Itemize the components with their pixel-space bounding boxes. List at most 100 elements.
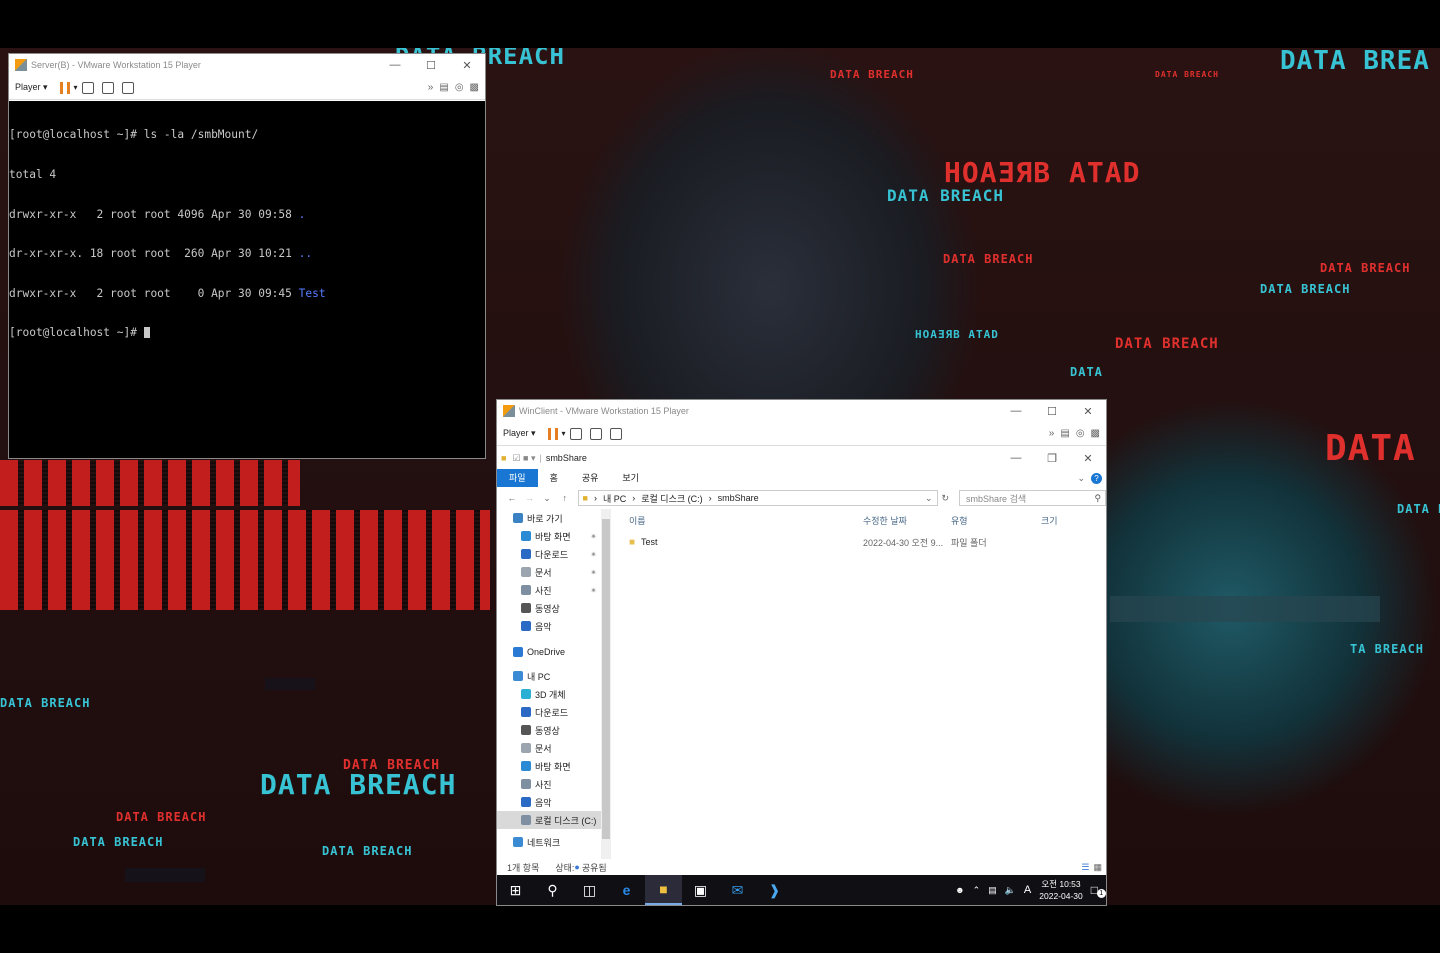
- scrollbar-thumb[interactable]: [602, 519, 610, 839]
- column-size[interactable]: 크기: [1041, 514, 1091, 527]
- minimize-button[interactable]: —: [377, 59, 413, 72]
- nav-item[interactable]: 네트워크: [497, 833, 601, 851]
- edge-button[interactable]: e: [608, 875, 645, 905]
- minimize-button[interactable]: —: [998, 452, 1034, 465]
- breadcrumb-item[interactable]: smbShare: [718, 493, 759, 503]
- pause-dropdown-icon[interactable]: ▾: [562, 429, 566, 438]
- tab-share[interactable]: 공유: [570, 469, 611, 487]
- file-row[interactable]: ■ Test 2022-04-30 오전 9... 파일 폴더: [617, 531, 1106, 553]
- notification-icon[interactable]: □ 1: [1091, 883, 1106, 898]
- help-icon[interactable]: ?: [1091, 472, 1102, 484]
- edge-icon: e: [622, 882, 631, 898]
- nav-item[interactable]: 동영상: [497, 599, 601, 617]
- network-adapter-icon[interactable]: ▩: [470, 82, 479, 93]
- close-button[interactable]: ✕: [1070, 405, 1106, 418]
- pause-dropdown-icon[interactable]: ▾: [74, 83, 78, 92]
- hdd-icon[interactable]: ▤: [439, 82, 448, 93]
- details-view-icon[interactable]: ☰: [1081, 862, 1089, 873]
- start-button[interactable]: ⊞: [497, 875, 534, 905]
- explorer-title-bar[interactable]: ■ ☑ ■ ▾ | smbShare — ❐ ✕: [497, 447, 1106, 469]
- nav-item[interactable]: 내 PC: [497, 667, 601, 685]
- pause-icon[interactable]: [547, 427, 558, 440]
- column-modified[interactable]: 수정한 날짜: [863, 514, 951, 527]
- minimize-button[interactable]: —: [998, 405, 1034, 418]
- volume-muted-icon[interactable]: 🔈: [1005, 885, 1016, 896]
- nav-item[interactable]: 다운로드 ✴: [497, 545, 601, 563]
- tab-file[interactable]: 파일: [497, 469, 538, 487]
- recent-chevron-down-icon[interactable]: ⌄: [538, 493, 556, 504]
- pause-icon[interactable]: [59, 81, 70, 94]
- nav-scrollbar[interactable]: [601, 509, 611, 861]
- task-view-button[interactable]: ◫: [571, 875, 608, 905]
- unity-icon[interactable]: [121, 81, 134, 94]
- player-menu-button[interactable]: Player ▾: [15, 82, 48, 93]
- powershell-button[interactable]: ❱: [756, 875, 793, 905]
- address-dropdown-icon[interactable]: ⌄: [925, 493, 933, 504]
- quick-access-toolbar-icon[interactable]: ☑ ■ ▾: [512, 453, 535, 464]
- nav-item[interactable]: 음악: [497, 617, 601, 635]
- store-button[interactable]: ▣: [682, 875, 719, 905]
- send-ctrl-alt-del-icon[interactable]: [81, 81, 94, 94]
- wallpaper-text: DATA: [1070, 365, 1103, 379]
- unity-icon[interactable]: [609, 427, 622, 440]
- nav-item-label: 다운로드: [535, 549, 569, 560]
- nav-item[interactable]: 바탕 화면: [497, 757, 601, 775]
- up-icon[interactable]: ↑: [556, 493, 574, 503]
- chevron-up-icon[interactable]: ⌃: [973, 885, 981, 896]
- ribbon-expand-icon[interactable]: ⌄: [1077, 473, 1085, 484]
- close-button[interactable]: ✕: [1070, 452, 1106, 465]
- terminal-text: dr-xr-xr-x. 18 root root 260 Apr 30 10:2…: [9, 247, 299, 261]
- maximize-button[interactable]: ☐: [413, 59, 449, 72]
- close-button[interactable]: ✕: [449, 59, 485, 72]
- mail-button[interactable]: ✉: [719, 875, 756, 905]
- send-ctrl-alt-del-icon[interactable]: [569, 427, 582, 440]
- powershell-icon: ❱: [768, 881, 781, 898]
- nav-item[interactable]: 문서 ✴: [497, 563, 601, 581]
- nav-item[interactable]: 동영상: [497, 721, 601, 739]
- fullscreen-icon[interactable]: [589, 427, 602, 440]
- nav-item[interactable]: 3D 개체: [497, 685, 601, 703]
- videos-icon: [521, 603, 531, 613]
- nav-item[interactable]: 사진 ✴: [497, 581, 601, 599]
- cd-icon[interactable]: ◎: [1076, 428, 1085, 439]
- fullscreen-icon[interactable]: [101, 81, 114, 94]
- clock[interactable]: 오전 10:53 2022-04-30: [1039, 878, 1082, 902]
- nav-item[interactable]: OneDrive: [497, 643, 601, 661]
- cd-icon[interactable]: ◎: [455, 82, 464, 93]
- restore-button[interactable]: ❐: [1034, 452, 1070, 465]
- large-icons-view-icon[interactable]: ▦: [1093, 862, 1102, 873]
- nav-item[interactable]: 사진: [497, 775, 601, 793]
- nav-item[interactable]: 다운로드: [497, 703, 601, 721]
- nav-item[interactable]: 음악: [497, 793, 601, 811]
- terminal-line: drwxr-xr-x 2 root root 0 Apr 30 09:45 Te…: [9, 287, 485, 300]
- nav-item[interactable]: 문서: [497, 739, 601, 757]
- chevron-right-icon[interactable]: »: [428, 82, 434, 93]
- people-icon[interactable]: ☻: [955, 885, 964, 895]
- network-adapter-icon[interactable]: ▩: [1091, 428, 1100, 439]
- chevron-right-icon[interactable]: »: [1049, 428, 1055, 439]
- client-title-bar[interactable]: WinClient - VMware Workstation 15 Player…: [497, 400, 1106, 422]
- server-title-bar[interactable]: Server(B) - VMware Workstation 15 Player…: [9, 54, 485, 76]
- tab-home[interactable]: 홈: [538, 469, 570, 487]
- breadcrumb-item[interactable]: 로컬 디스크 (C:): [641, 492, 702, 505]
- maximize-button[interactable]: ☐: [1034, 405, 1070, 418]
- nav-item[interactable]: 로컬 디스크 (C:): [497, 811, 601, 829]
- ime-indicator[interactable]: A: [1024, 884, 1031, 896]
- forward-icon[interactable]: →: [521, 493, 539, 503]
- nav-item[interactable]: 바탕 화면 ✴: [497, 527, 601, 545]
- nav-item[interactable]: 바로 가기: [497, 509, 601, 527]
- search-button[interactable]: ⚲: [534, 875, 571, 905]
- column-type[interactable]: 유형: [951, 514, 1041, 527]
- search-input[interactable]: smbShare 검색 ⚲: [959, 490, 1107, 506]
- hdd-icon[interactable]: ▤: [1060, 428, 1069, 439]
- explorer-button[interactable]: ■: [645, 875, 682, 905]
- linux-terminal[interactable]: [root@localhost ~]# ls -la /smbMount/ to…: [9, 101, 485, 458]
- tab-view[interactable]: 보기: [610, 469, 651, 487]
- column-name[interactable]: 이름: [617, 514, 863, 527]
- address-bar[interactable]: ■ › 내 PC › 로컬 디스크 (C:) › smbShare ⌄: [577, 490, 938, 506]
- refresh-icon[interactable]: ↻: [942, 493, 950, 504]
- network-icon[interactable]: ▤: [988, 885, 997, 896]
- breadcrumb-item[interactable]: 내 PC: [603, 492, 626, 505]
- player-menu-button[interactable]: Player ▾: [503, 428, 536, 439]
- back-icon[interactable]: ←: [503, 493, 521, 503]
